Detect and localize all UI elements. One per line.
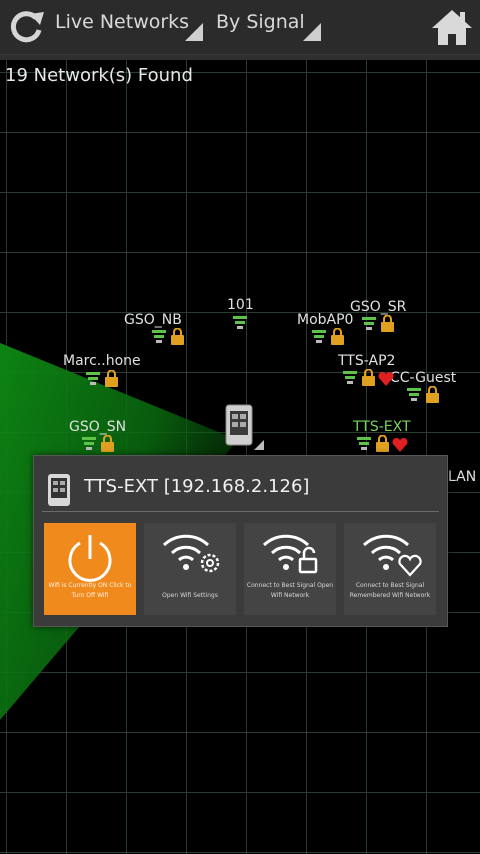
popup-title: TTS-EXT [192.168.2.126] — [84, 476, 310, 497]
wifi-signal-lock-icon — [312, 328, 344, 345]
network-details-popup: TTS-EXT [192.168.2.126] Wifi is Currentl… — [33, 455, 448, 627]
connect-best-remembered-label: Connect to Best Signal Remembered Wifi N… — [349, 582, 431, 599]
open-wifi-settings-button[interactable]: Open Wifi Settings — [144, 523, 236, 615]
wifi-unlocked-icon — [262, 534, 318, 574]
wifi-signal-lock-icon — [152, 328, 184, 345]
wifi-signal-lock-icon — [82, 435, 114, 452]
sort-dropdown-label: By Signal — [216, 11, 305, 33]
network-label[interactable]: Marc..hone — [63, 353, 141, 369]
network-label[interactable]: MobAP0 — [297, 312, 353, 328]
network-label-selected[interactable]: TTS-EXT — [353, 419, 411, 435]
dropdown-arrow-icon — [185, 23, 203, 41]
refresh-icon[interactable] — [6, 8, 46, 44]
view-dropdown[interactable]: Live Networks — [55, 11, 203, 41]
network-label[interactable]: TTS-AP2 — [338, 353, 395, 369]
wifi-signal-lock-heart-icon — [357, 435, 408, 452]
network-label[interactable]: LAN — [448, 469, 476, 485]
view-dropdown-label: Live Networks — [55, 11, 190, 33]
wifi-signal-lock-icon — [86, 370, 118, 387]
wifi-signal-lock-heart-icon — [343, 369, 394, 386]
current-device-icon[interactable] — [224, 404, 266, 452]
wifi-signal-icon — [233, 316, 247, 329]
top-bar: Live Networks By Signal — [0, 0, 480, 55]
wifi-signal-lock-icon — [362, 315, 394, 332]
home-icon[interactable] — [430, 7, 474, 47]
dropdown-arrow-icon — [303, 23, 321, 41]
connect-best-open-label: Connect to Best Signal Open Wifi Network — [246, 582, 334, 599]
network-label[interactable]: GSO_SN — [69, 419, 126, 435]
network-label[interactable]: 101 — [227, 297, 254, 313]
connect-best-open-button[interactable]: Connect to Best Signal Open Wifi Network — [244, 523, 336, 615]
device-icon — [48, 474, 70, 506]
wifi-heart-icon — [362, 534, 422, 577]
network-label[interactable]: GSO_SR — [350, 299, 406, 315]
networks-found-count: 19 Network(s) Found — [5, 65, 193, 86]
popup-divider — [42, 511, 439, 512]
wifi-signal-lock-icon — [407, 386, 439, 403]
sort-dropdown[interactable]: By Signal — [216, 11, 321, 41]
wifi-toggle-label: Wifi is Currently ON Click to Turn Off W… — [48, 582, 132, 599]
wifi-settings-icon — [162, 534, 220, 573]
network-label[interactable]: GSO_NB — [124, 312, 182, 328]
wifi-toggle-button[interactable]: Wifi is Currently ON Click to Turn Off W… — [44, 523, 136, 615]
network-label[interactable]: CC-Guest — [390, 370, 456, 386]
power-icon — [68, 535, 112, 582]
connect-best-remembered-button[interactable]: Connect to Best Signal Remembered Wifi N… — [344, 523, 436, 615]
open-wifi-settings-label: Open Wifi Settings — [162, 592, 218, 599]
